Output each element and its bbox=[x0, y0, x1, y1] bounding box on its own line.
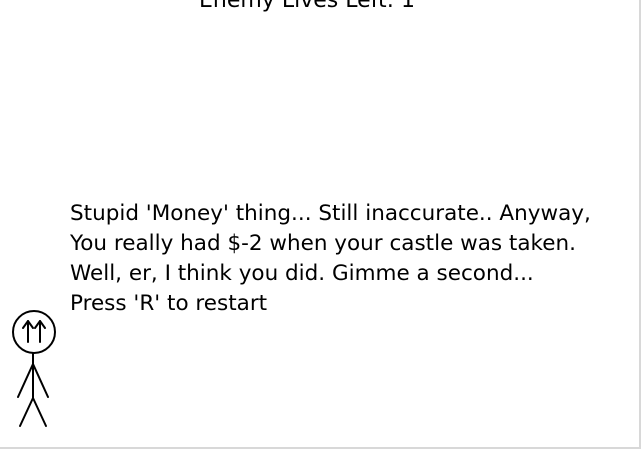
restart-prompt: Press 'R' to restart bbox=[70, 291, 268, 316]
message-line: Well, er, I think you did. Gimme a secon… bbox=[70, 261, 534, 286]
game-screen[interactable]: Enemy Lives Left: 1 Stupid 'Money' thing… bbox=[0, 0, 641, 449]
stick-figure-icon bbox=[12, 310, 56, 427]
enemy-lives-counter: Enemy Lives Left: 1 bbox=[199, 0, 415, 13]
message-line: You really had $-2 when your castle was … bbox=[70, 231, 576, 256]
message-line: Stupid 'Money' thing... Still inaccurate… bbox=[70, 201, 591, 226]
game-over-message: Stupid 'Money' thing... Still inaccurate… bbox=[70, 199, 591, 319]
